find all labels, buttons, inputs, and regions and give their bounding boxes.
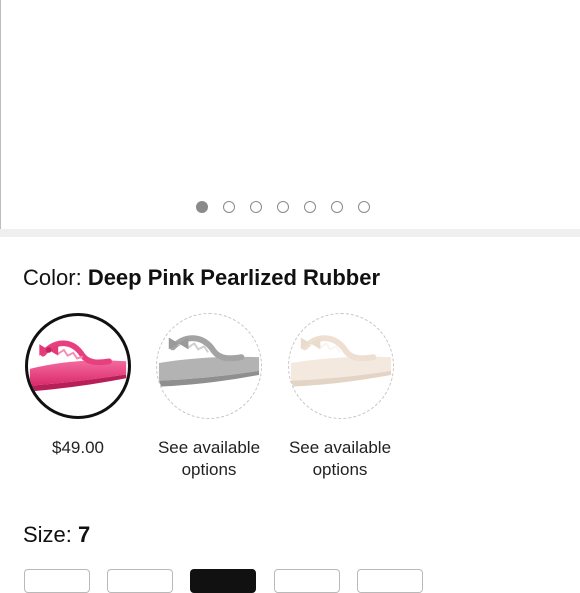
color-swatch-gray[interactable] [156,313,262,419]
swatch-see-options-link[interactable]: See available options [270,437,410,481]
color-label: Color: [23,265,82,290]
carousel-dot-5[interactable] [304,201,316,213]
size-option-button[interactable] [357,569,423,593]
image-carousel-dots [196,201,370,213]
selected-size-value: 7 [78,522,91,547]
size-option-button[interactable] [274,569,340,593]
carousel-dot-6[interactable] [331,201,343,213]
size-selection-heading: Size: 7 [23,521,90,549]
carousel-dot-2[interactable] [223,201,235,213]
carousel-dot-4[interactable] [277,201,289,213]
sandal-thumbnail-cream [290,335,392,387]
swatch-see-options-link[interactable]: See available options [139,437,279,481]
swatch-price: $49.00 [52,438,104,457]
color-swatch-deep-pink[interactable] [25,313,131,419]
color-selection-heading: Color: Deep Pink Pearlized Rubber [23,264,380,292]
size-option-button[interactable] [107,569,173,593]
size-option-button[interactable] [24,569,90,593]
carousel-dot-1[interactable] [196,201,208,213]
selected-color-name: Deep Pink Pearlized Rubber [87,265,381,290]
carousel-dot-3[interactable] [250,201,262,213]
color-swatch-cream[interactable] [288,313,394,419]
carousel-dot-7[interactable] [358,201,370,213]
sandal-thumbnail-pink [29,340,127,392]
size-option-button-selected[interactable] [190,569,256,593]
size-label: Size: [23,522,72,547]
product-image-area[interactable] [1,0,580,229]
section-divider [0,229,580,237]
sandal-thumbnail-gray [158,335,260,387]
